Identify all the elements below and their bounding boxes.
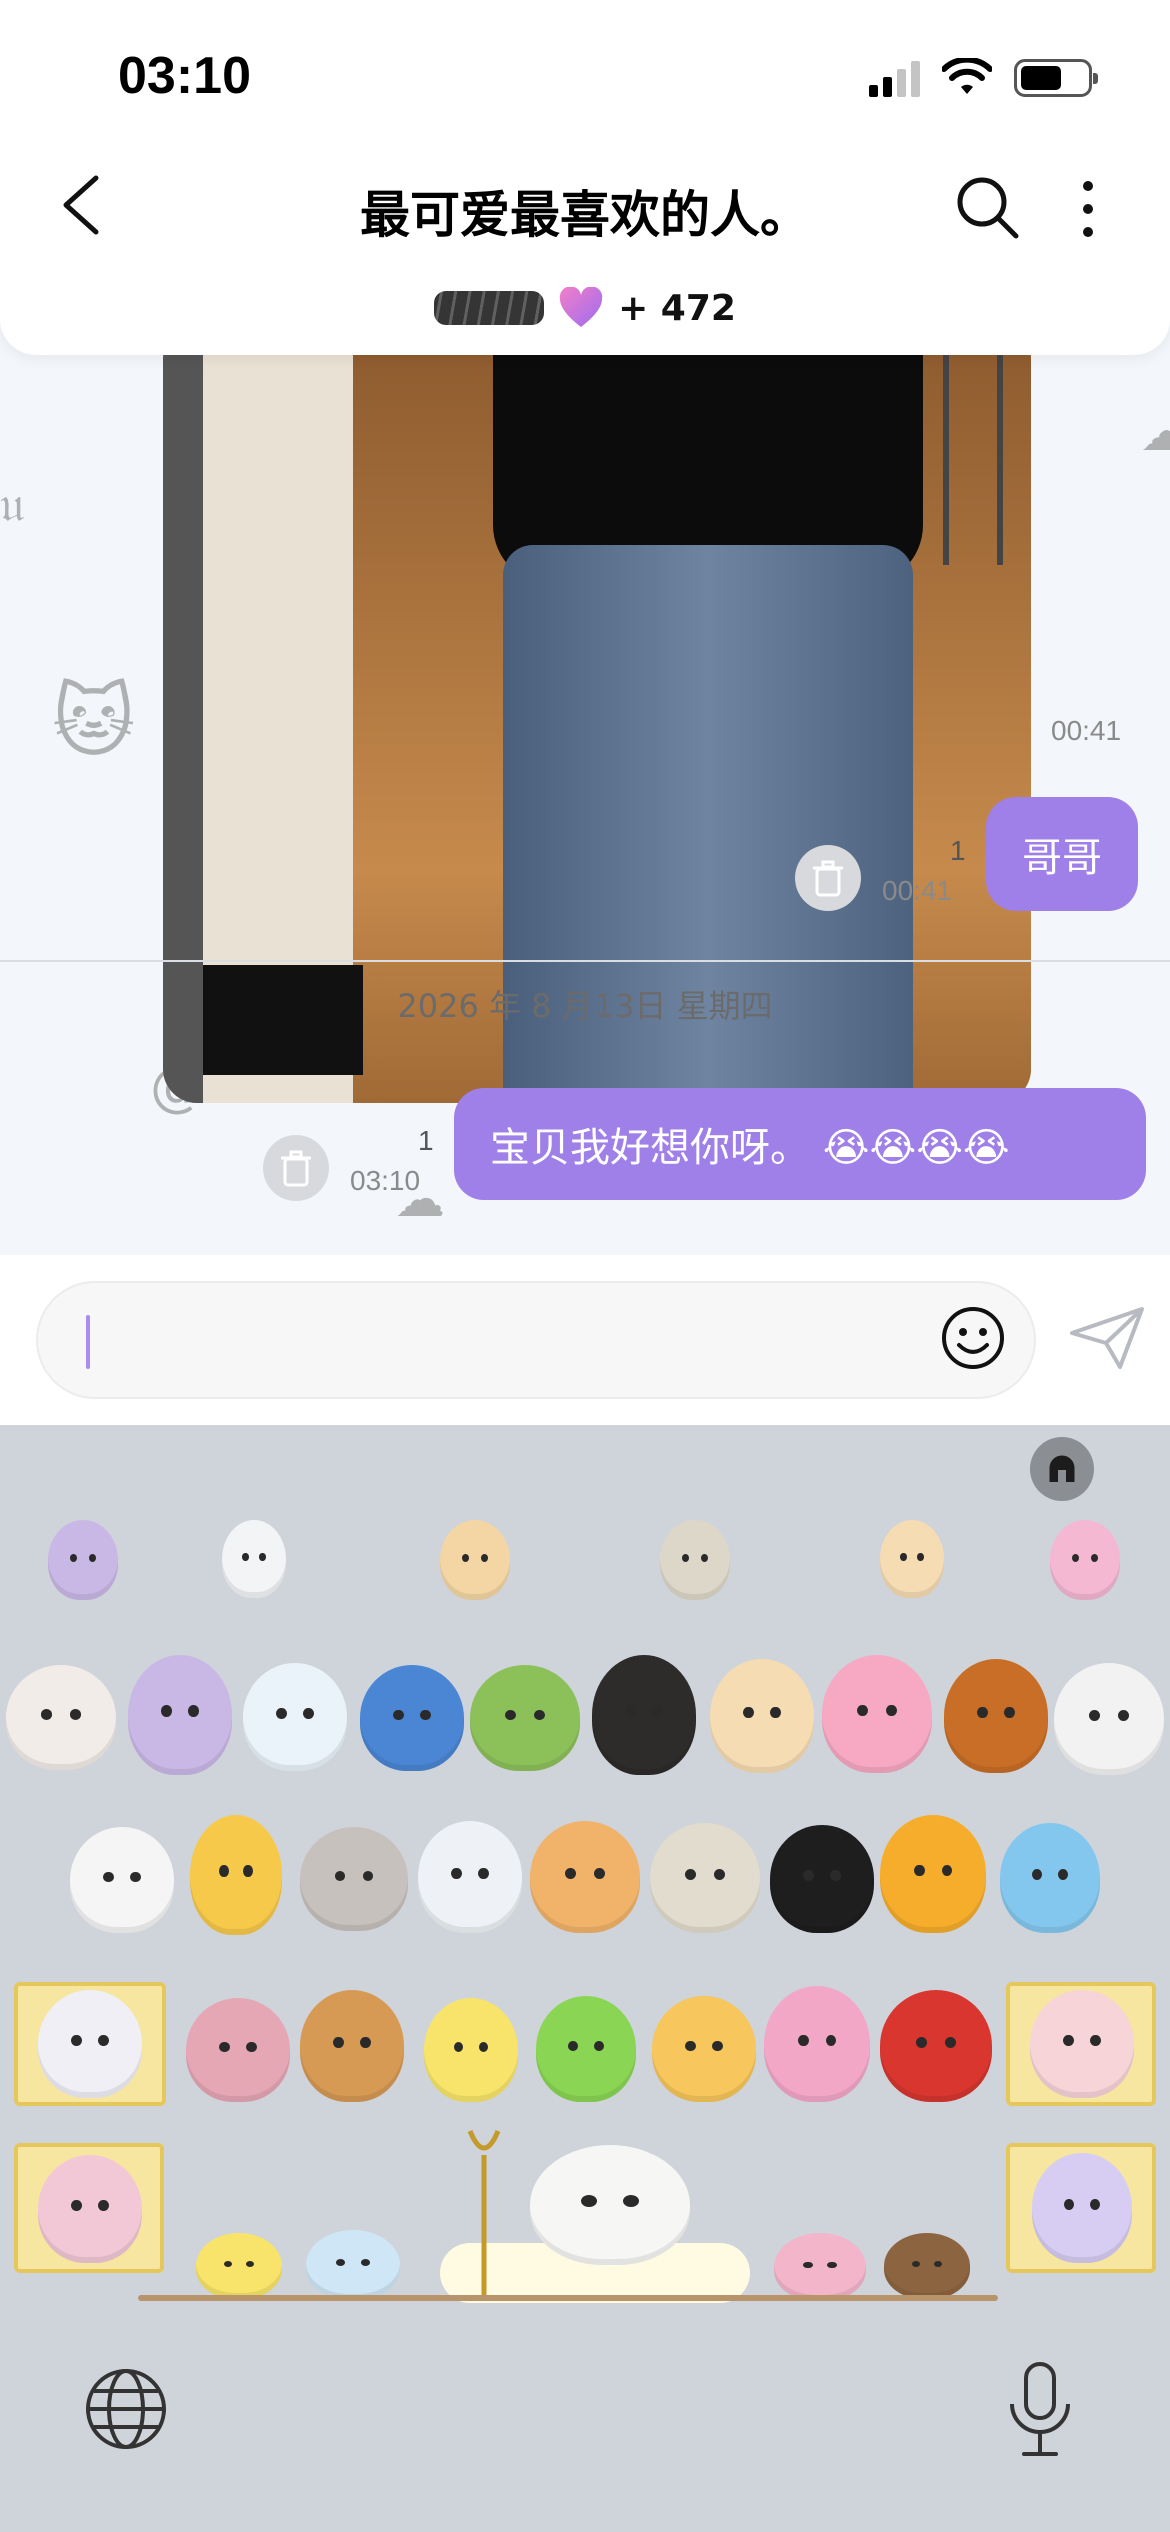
message-time: 00:41 bbox=[882, 875, 953, 906]
date-separator: 2026 年 8 月13日 星期四 bbox=[397, 987, 773, 1025]
message-bubble[interactable]: 宝贝我好想你呀。 😭😭😭😭 bbox=[454, 1088, 1146, 1200]
sticker-blob[interactable] bbox=[774, 2233, 866, 2301]
day-divider bbox=[0, 960, 1170, 962]
status-time: 03:10 bbox=[118, 47, 251, 105]
sticker-chick[interactable] bbox=[196, 2233, 282, 2299]
message-input[interactable] bbox=[36, 1281, 1036, 1399]
emoji-keyboard bbox=[0, 1425, 1170, 2532]
member-summary[interactable]: + 472 bbox=[0, 287, 1170, 329]
sticker-cat[interactable] bbox=[38, 2155, 142, 2263]
more-icon[interactable] bbox=[1068, 176, 1108, 242]
redacted-name bbox=[434, 291, 545, 325]
doodle-icon: 𝔲 bbox=[0, 475, 25, 533]
globe-icon[interactable] bbox=[82, 2365, 170, 2453]
sticker-ghost-king[interactable] bbox=[530, 2145, 690, 2265]
message-time: 00:41 bbox=[1051, 715, 1122, 746]
trash-icon bbox=[281, 1150, 311, 1187]
trash-button[interactable] bbox=[795, 845, 861, 911]
heart-icon bbox=[559, 287, 603, 327]
battery-icon bbox=[1014, 59, 1098, 97]
trash-button[interactable] bbox=[263, 1135, 329, 1201]
read-count: 1 bbox=[950, 835, 966, 866]
sticker-blob[interactable] bbox=[306, 2230, 400, 2300]
doodle-icon: 🐱 bbox=[52, 675, 136, 768]
status-icons bbox=[869, 58, 1098, 98]
message-time: 03:10 bbox=[350, 1165, 421, 1196]
search-icon[interactable] bbox=[952, 172, 1022, 242]
back-icon[interactable] bbox=[52, 170, 112, 240]
message-bubble[interactable]: 哥哥 bbox=[986, 797, 1138, 911]
wifi-icon bbox=[942, 58, 992, 94]
scepter-icon bbox=[467, 2130, 501, 2295]
chat-header: 03:10 最可爱最喜欢的人。 + 472 bbox=[0, 0, 1170, 355]
doodle-icon: ☁ bbox=[1140, 395, 1170, 465]
send-icon[interactable] bbox=[1068, 1305, 1146, 1371]
text-caret bbox=[86, 1315, 90, 1369]
trash-icon bbox=[813, 860, 843, 897]
read-count: 1 bbox=[418, 1125, 434, 1156]
signal-icon bbox=[869, 59, 920, 97]
member-count: + 472 bbox=[618, 287, 736, 329]
sticker-blob[interactable] bbox=[884, 2233, 970, 2299]
mic-icon[interactable] bbox=[1002, 2360, 1078, 2460]
emoji-icon[interactable] bbox=[940, 1305, 1006, 1371]
ground-line bbox=[138, 2295, 998, 2301]
chat-area[interactable]: ☁ 𝔲 🐱 @ @ @ ☁ ☁ 00:41 1 00:41 哥哥 2026 年 … bbox=[0, 355, 1170, 1255]
sticker-row bbox=[0, 1425, 1170, 2325]
sticker-bunny[interactable] bbox=[1032, 2153, 1132, 2263]
